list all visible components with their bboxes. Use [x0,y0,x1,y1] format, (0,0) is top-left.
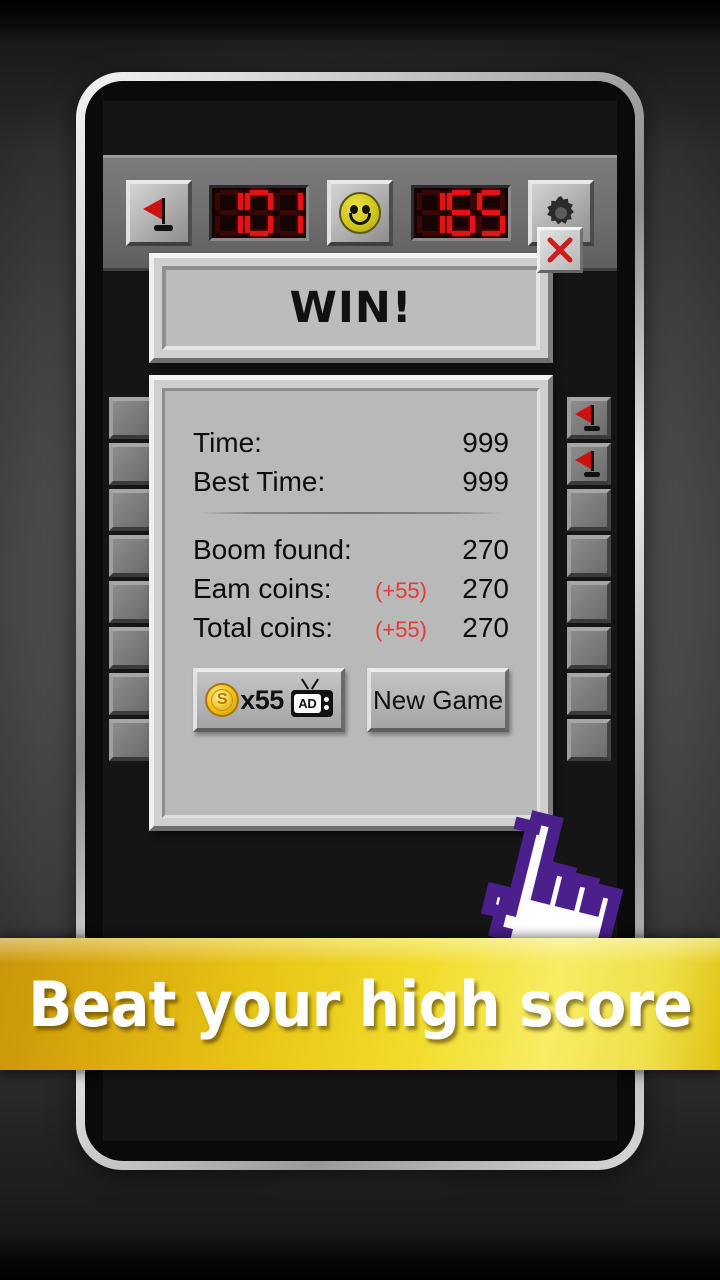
flag-mode-button[interactable] [125,180,192,246]
lcd-digit [416,190,445,236]
bottom-black-bar [0,1232,720,1280]
ad-screenshot: 010 [0,0,720,1280]
close-icon [547,237,573,263]
lcd-digit [215,190,244,236]
stat-label: Total coins: [193,612,334,643]
stat-label: Boom found: [193,534,352,565]
flag-icon [141,194,177,232]
stat-value: 999 [462,466,509,497]
grid-cell[interactable] [567,719,611,761]
stat-row-total-coins: Total coins: (+55) 270 [193,612,509,644]
stat-value-group: 999 [437,427,509,459]
grid-cell[interactable] [109,581,153,623]
close-button[interactable] [537,227,583,273]
grid-cell[interactable] [567,627,611,669]
ad-label: AD [293,694,321,713]
stat-value: 270 [462,573,509,604]
stat-delta: (+55) [375,617,427,642]
stat-row-earn-coins: Eam coins: (+55) 270 [193,573,509,605]
stat-value-group: (+55) 270 [375,612,509,644]
cell-column-right [567,277,611,761]
grid-cell[interactable] [567,489,611,531]
lcd-digit [446,190,475,236]
stat-value: 999 [462,427,509,458]
lcd-digit [275,190,304,236]
timer-display: 185 [410,185,511,241]
lcd-digit [245,190,274,236]
stat-label: Eam coins: [193,573,332,604]
stat-value: 270 [462,534,509,565]
watch-ad-reward-button[interactable]: S x55 AD [193,668,346,732]
stat-value-group: 270 [437,534,509,566]
grid-cell[interactable] [109,719,153,761]
grid-cell[interactable] [567,581,611,623]
grid-cell[interactable] [109,627,153,669]
dialog-title-inner: WIN! [162,266,540,350]
stat-value-group: 999 [437,466,509,498]
smiley-icon [338,192,381,234]
page-title: WIN! [289,283,413,333]
stat-value-group: (+55) 270 [375,573,509,605]
stat-row-boom-found: Boom found: 270 [193,534,509,566]
mine-counter-display: 010 [209,185,310,241]
stat-row-time: Time: 999 [193,427,509,459]
dialog-button-row: S x55 AD New Game [193,668,509,732]
top-black-bar [0,0,720,40]
stat-row-best-time: Best Time: 999 [193,466,509,498]
dialog-body-inner: Time: 999 Best Time: 999 Boom found: 270… [162,388,540,818]
grid-cell-flagged[interactable] [567,397,611,439]
dialog-title-bar: WIN! [149,253,553,363]
grid-cell-flagged[interactable] [567,443,611,485]
promo-banner: Beat your high score [0,938,720,1070]
dialog-body: Time: 999 Best Time: 999 Boom found: 270… [149,375,553,831]
win-dialog: WIN! Time: 999 Best Time: 999 Boom found… [149,227,583,831]
flag-icon [574,402,602,432]
stat-label: Best Time: [193,466,326,497]
flag-icon [574,448,602,478]
coin-symbol: S [211,689,234,711]
grid-cell[interactable] [109,443,153,485]
grid-cell[interactable] [567,673,611,715]
grid-cell[interactable] [567,535,611,577]
grid-cell[interactable] [109,489,153,531]
grid-cell[interactable] [109,397,153,439]
new-game-label: New Game [373,684,504,715]
lcd-digit [476,190,505,236]
promo-banner-text: Beat your high score [28,967,693,1041]
reward-multiplier-label: x55 [240,684,284,715]
new-game-button[interactable]: New Game [367,668,509,732]
coin-icon: S [205,683,240,717]
stat-label: Time: [193,427,262,458]
tv-ad-icon: AD [287,678,333,717]
grid-cell[interactable] [109,535,153,577]
cell-column-left [109,277,153,761]
divider [199,512,503,514]
restart-face-button[interactable] [326,180,393,246]
stat-delta: (+55) [375,578,427,603]
stat-value: 270 [462,612,509,643]
grid-cell[interactable] [109,673,153,715]
